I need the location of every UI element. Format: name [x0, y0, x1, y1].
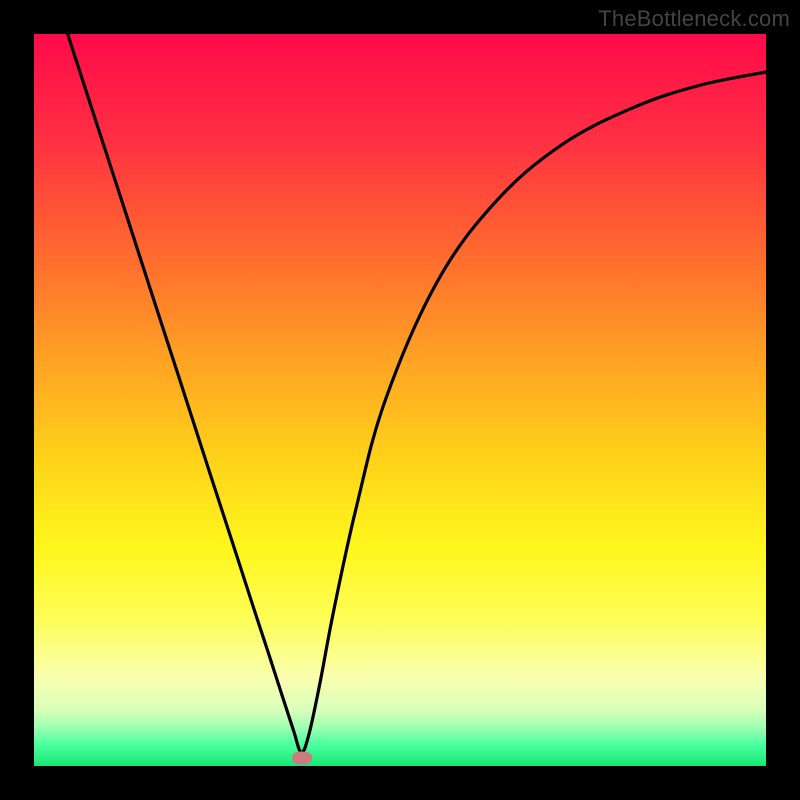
plot-area — [34, 34, 766, 766]
watermark-text: TheBottleneck.com — [598, 6, 790, 32]
bottleneck-curve — [34, 34, 766, 766]
optimal-marker — [292, 751, 312, 764]
